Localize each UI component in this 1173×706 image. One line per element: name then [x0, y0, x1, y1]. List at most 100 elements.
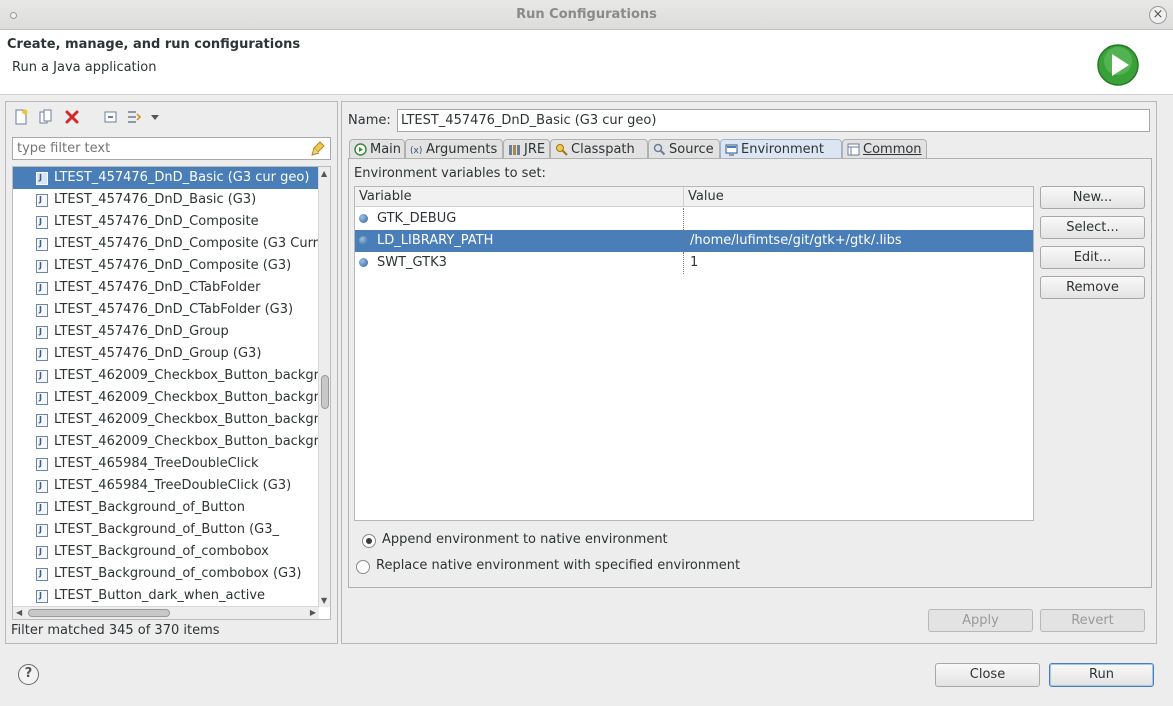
filter-field[interactable] [12, 137, 331, 160]
java-application-icon [36, 299, 48, 321]
remove-variable-button[interactable]: Remove [1040, 276, 1145, 299]
close-button[interactable]: Close [935, 663, 1040, 687]
window-close-button[interactable]: × [1149, 6, 1167, 24]
new-configuration-icon[interactable] [13, 109, 29, 125]
variable-bullet-icon [359, 236, 368, 245]
list-item[interactable]: LTEST_457476_DnD_Group (G3) [13, 343, 319, 365]
list-item[interactable]: LTEST_462009_Checkbox_Button_backgro [13, 365, 319, 387]
environment-label: Environment variables to set: [354, 166, 546, 181]
tab-classpath-label: Classpath [571, 142, 635, 157]
tab-environment[interactable]: Environment [720, 139, 842, 159]
list-item[interactable]: LTEST_457476_DnD_Composite (G3) [13, 255, 319, 277]
java-application-icon [36, 541, 48, 563]
replace-environment-radio[interactable]: Replace native environment with specifie… [356, 558, 856, 576]
list-item-label: LTEST_462009_Checkbox_Button_backgro [54, 412, 319, 427]
list-item[interactable]: LTEST_465984_TreeDoubleClick [13, 453, 319, 475]
list-item-label: LTEST_457476_DnD_Group [54, 324, 229, 339]
java-application-icon [36, 409, 48, 431]
tab-main[interactable]: Main [349, 139, 405, 159]
scroll-right-icon[interactable]: ▶ [310, 608, 316, 617]
table-row[interactable]: GTK_DEBUG [355, 208, 1033, 230]
replace-radio-dot[interactable] [356, 560, 370, 574]
edit-variable-button[interactable]: Edit... [1040, 246, 1145, 269]
collapse-all-icon[interactable] [103, 109, 119, 125]
scroll-up-icon[interactable]: ▲ [321, 169, 327, 178]
delete-configuration-icon[interactable] [64, 109, 80, 125]
view-menu-chevron-down-icon[interactable] [150, 109, 160, 125]
list-item[interactable]: LTEST_465984_TreeDoubleClick (G3) [13, 475, 319, 497]
svg-text:(x): (x) [410, 146, 422, 156]
window-title: Run Configurations [516, 7, 657, 22]
help-icon[interactable]: ? [18, 664, 39, 685]
tab-source-label: Source [669, 142, 714, 157]
environment-tab-content: Environment variables to set: Variable V… [348, 158, 1152, 588]
horizontal-scroll-thumb[interactable] [28, 609, 170, 617]
revert-button[interactable]: Revert [1040, 609, 1145, 632]
name-input[interactable]: LTEST_457476_DnD_Basic (G3 cur geo) [397, 109, 1150, 132]
java-application-icon [36, 563, 48, 585]
apply-button[interactable]: Apply [928, 609, 1033, 632]
list-item-label: LTEST_462009_Checkbox_Button_backgro [54, 368, 319, 383]
list-item-label: LTEST_462009_Checkbox_Button_backgro [54, 434, 319, 449]
append-radio-dot[interactable] [362, 534, 376, 548]
list-item[interactable]: LTEST_457476_DnD_CTabFolder [13, 277, 319, 299]
dialog-header: Create, manage, and run configurations R… [0, 30, 1173, 95]
new-variable-button[interactable]: New... [1040, 186, 1145, 209]
list-item[interactable]: LTEST_457476_DnD_Composite (G3 Curre [13, 233, 319, 255]
horizontal-scrollbar[interactable]: ◀ ▶ [13, 606, 319, 619]
tab-classpath[interactable]: Classpath [550, 139, 648, 159]
list-item-label: LTEST_Background_of_Button [54, 500, 245, 515]
duplicate-configuration-icon[interactable] [38, 109, 54, 125]
list-item-label: LTEST_Button_dark_when_active [54, 588, 266, 603]
tab-environment-label: Environment [741, 142, 825, 157]
tab-common-label: Common [863, 142, 922, 157]
tab-main-label: Main [370, 142, 402, 157]
scroll-left-icon[interactable]: ◀ [16, 608, 22, 617]
vertical-scrollbar[interactable]: ▲ ▼ [318, 167, 330, 607]
tab-jre[interactable]: JRE [503, 139, 550, 159]
source-icon [653, 143, 666, 156]
clear-filter-icon[interactable] [310, 140, 327, 157]
list-item[interactable]: LTEST_457476_DnD_Basic (G3) [13, 189, 319, 211]
tab-common[interactable]: Common [842, 139, 927, 159]
append-radio-label: Append environment to native environment [382, 532, 668, 547]
dialog-footer: ? Close Run [0, 648, 1173, 706]
list-item[interactable]: LTEST_457476_DnD_Basic (G3 cur geo) [13, 167, 319, 189]
scroll-down-icon[interactable]: ▼ [321, 596, 327, 605]
filter-input[interactable] [13, 138, 303, 159]
common-icon [847, 143, 860, 156]
header-subtitle: Run a Java application [12, 60, 157, 75]
column-header-variable[interactable]: Variable [359, 189, 412, 204]
list-item-label: LTEST_457476_DnD_CTabFolder [54, 280, 261, 295]
variable-value: /home/lufimtse/git/gtk+/gtk/.libs [690, 233, 902, 248]
java-application-icon [36, 167, 48, 189]
run-icon [1097, 44, 1139, 86]
run-button[interactable]: Run [1049, 663, 1154, 687]
list-item[interactable]: LTEST_462009_Checkbox_Button_backgro [13, 409, 319, 431]
column-header-value[interactable]: Value [688, 189, 724, 204]
list-item-label: LTEST_457476_DnD_Basic (G3) [54, 192, 257, 207]
select-variable-button[interactable]: Select... [1040, 216, 1145, 239]
tab-arguments[interactable]: (x) Arguments [405, 139, 503, 159]
list-item[interactable]: LTEST_Background_of_combobox [13, 541, 319, 563]
java-application-icon [36, 365, 48, 387]
list-item[interactable]: LTEST_462009_Checkbox_Button_backgro [13, 387, 319, 409]
list-item[interactable]: LTEST_Background_of_Button [13, 497, 319, 519]
filter-icon[interactable] [126, 109, 142, 125]
list-item[interactable]: LTEST_457476_DnD_CTabFolder (G3) [13, 299, 319, 321]
vertical-scroll-thumb[interactable] [321, 375, 329, 409]
append-environment-radio[interactable]: Append environment to native environment [362, 532, 862, 550]
list-item[interactable]: LTEST_Button_dark_when_active [13, 585, 319, 607]
list-item[interactable]: LTEST_457476_DnD_Composite [13, 211, 319, 233]
list-item[interactable]: LTEST_457476_DnD_Group [13, 321, 319, 343]
table-row[interactable]: LD_LIBRARY_PATH/home/lufimtse/git/gtk+/g… [355, 230, 1033, 252]
tab-source[interactable]: Source [648, 139, 720, 159]
list-item-label: LTEST_Background_of_combobox [54, 544, 269, 559]
java-application-icon [36, 497, 48, 519]
environment-icon [725, 144, 738, 156]
list-item[interactable]: LTEST_462009_Checkbox_Button_backgro [13, 431, 319, 453]
list-item[interactable]: LTEST_Background_of_Button (G3_ [13, 519, 319, 541]
table-row[interactable]: SWT_GTK3 1 [355, 252, 1033, 274]
list-item[interactable]: LTEST_Background_of_combobox (G3) [13, 563, 319, 585]
arguments-tab-icon: (x) [410, 146, 422, 156]
